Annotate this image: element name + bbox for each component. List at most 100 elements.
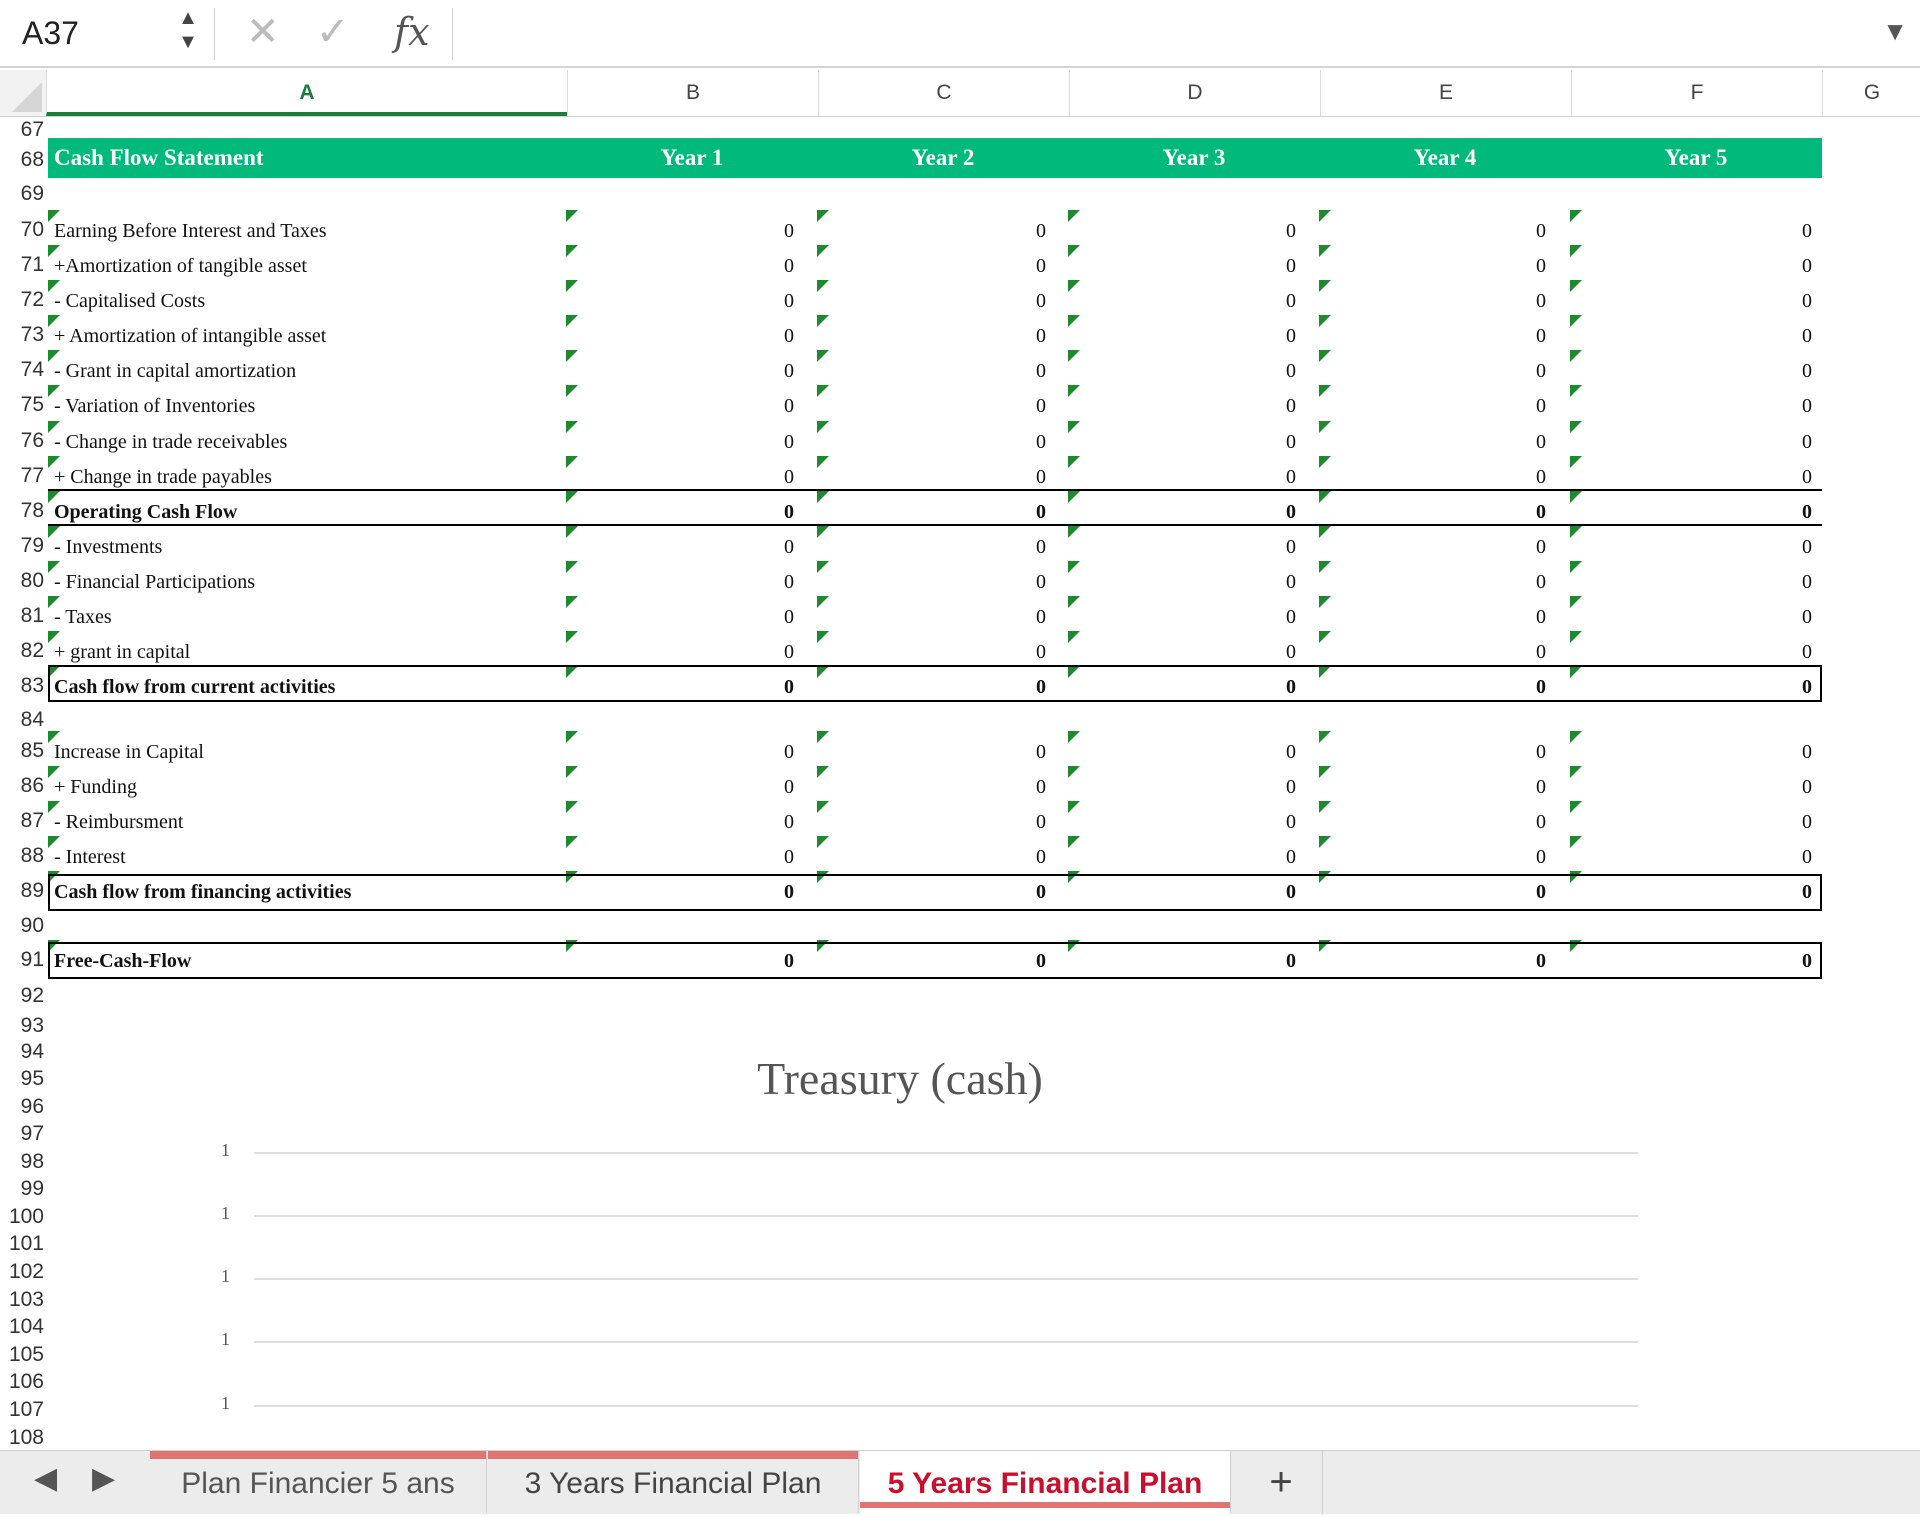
value-cell[interactable]: 0 (1752, 216, 1812, 246)
row-header[interactable]: 102 (0, 1258, 44, 1286)
value-cell[interactable]: 0 (986, 462, 1046, 492)
value-cell[interactable]: 0 (986, 842, 1046, 872)
value-cell[interactable]: 0 (986, 637, 1046, 667)
row-header[interactable]: 95 (0, 1065, 44, 1093)
row-header[interactable]: 99 (0, 1175, 44, 1203)
value-cell[interactable]: 0 (986, 321, 1046, 351)
row-header[interactable]: 84 (0, 706, 44, 734)
formula-input[interactable] (470, 10, 1870, 56)
column-header-e[interactable]: E (1320, 70, 1571, 116)
row-header[interactable]: 80 (0, 567, 44, 595)
row-header[interactable]: 74 (0, 356, 44, 384)
row-label[interactable]: +Amortization of tangible asset (54, 251, 307, 281)
value-cell[interactable]: 0 (1486, 216, 1546, 246)
row-header[interactable]: 92 (0, 982, 44, 1010)
value-cell[interactable]: 0 (734, 427, 794, 457)
row-header[interactable]: 78 (0, 497, 44, 525)
value-cell[interactable]: 0 (1752, 637, 1812, 667)
value-cell[interactable]: 0 (1486, 427, 1546, 457)
row-label[interactable]: Earning Before Interest and Taxes (54, 216, 327, 246)
select-all-corner[interactable] (0, 70, 46, 116)
row-header[interactable]: 106 (0, 1368, 44, 1396)
row-header[interactable]: 105 (0, 1341, 44, 1369)
value-cell[interactable]: 0 (734, 737, 794, 767)
prev-sheet-icon[interactable]: ◀ (34, 1461, 57, 1496)
value-cell[interactable]: 0 (1752, 602, 1812, 632)
column-header-g[interactable]: G (1822, 70, 1920, 116)
row-label[interactable]: + Amortization of intangible asset (54, 321, 326, 351)
confirm-icon[interactable]: ✓ (316, 6, 350, 58)
value-cell[interactable]: 0 (734, 251, 794, 281)
row-label[interactable]: + Funding (54, 772, 137, 802)
value-cell[interactable]: 0 (734, 567, 794, 597)
value-cell[interactable]: 0 (1752, 807, 1812, 837)
cancel-icon[interactable]: ✕ (246, 6, 280, 58)
value-cell[interactable]: 0 (1752, 462, 1812, 492)
value-cell[interactable]: 0 (734, 216, 794, 246)
value-cell[interactable]: 0 (1236, 842, 1296, 872)
row-header[interactable]: 83 (0, 672, 44, 700)
row-label[interactable]: - Taxes (54, 602, 112, 632)
value-cell[interactable]: 0 (1236, 251, 1296, 281)
row-label[interactable]: - Financial Participations (54, 567, 255, 597)
value-cell[interactable]: 0 (986, 807, 1046, 837)
value-cell[interactable]: 0 (986, 532, 1046, 562)
row-header[interactable]: 96 (0, 1093, 44, 1121)
value-cell[interactable]: 0 (1752, 391, 1812, 421)
row-label[interactable]: Operating Cash Flow (54, 497, 237, 527)
value-cell[interactable]: 0 (1486, 637, 1546, 667)
value-cell[interactable]: 0 (1486, 842, 1546, 872)
value-cell[interactable]: 0 (1752, 842, 1812, 872)
column-header-c[interactable]: C (818, 70, 1069, 116)
row-header[interactable]: 103 (0, 1286, 44, 1314)
value-cell[interactable]: 0 (1486, 532, 1546, 562)
value-cell[interactable]: 0 (1486, 772, 1546, 802)
value-cell[interactable]: 0 (1752, 356, 1812, 386)
spin-up-icon[interactable]: ▲ (176, 6, 200, 30)
value-cell[interactable]: 0 (1236, 737, 1296, 767)
row-header[interactable]: 93 (0, 1012, 44, 1040)
value-cell[interactable]: 0 (1486, 286, 1546, 316)
value-cell[interactable]: 0 (734, 497, 794, 527)
spin-down-icon[interactable]: ▼ (176, 30, 200, 54)
row-header[interactable]: 79 (0, 532, 44, 560)
row-header[interactable]: 108 (0, 1424, 44, 1452)
value-cell[interactable]: 0 (1236, 637, 1296, 667)
value-cell[interactable]: 0 (1486, 251, 1546, 281)
value-cell[interactable]: 0 (1486, 462, 1546, 492)
value-cell[interactable]: 0 (986, 356, 1046, 386)
value-cell[interactable]: 0 (1486, 567, 1546, 597)
row-header[interactable]: 104 (0, 1313, 44, 1341)
value-cell[interactable]: 0 (1752, 737, 1812, 767)
row-header[interactable]: 97 (0, 1120, 44, 1148)
next-sheet-icon[interactable]: ▶ (92, 1461, 115, 1496)
value-cell[interactable]: 0 (1752, 772, 1812, 802)
name-box[interactable]: A37 (22, 10, 79, 56)
row-header[interactable]: 89 (0, 877, 44, 905)
value-cell[interactable]: 0 (1236, 286, 1296, 316)
value-cell[interactable]: 0 (1236, 216, 1296, 246)
value-cell[interactable]: 0 (1486, 807, 1546, 837)
row-header[interactable]: 87 (0, 807, 44, 835)
row-header[interactable]: 73 (0, 321, 44, 349)
row-label[interactable]: - Investments (54, 532, 162, 562)
tab-3-years-financial-plan[interactable]: 3 Years Financial Plan (488, 1451, 859, 1514)
row-header[interactable]: 100 (0, 1203, 44, 1231)
value-cell[interactable]: 0 (734, 807, 794, 837)
value-cell[interactable]: 0 (986, 216, 1046, 246)
value-cell[interactable]: 0 (734, 602, 794, 632)
value-cell[interactable]: 0 (734, 772, 794, 802)
value-cell[interactable]: 0 (1236, 602, 1296, 632)
value-cell[interactable]: 0 (986, 391, 1046, 421)
value-cell[interactable]: 0 (734, 286, 794, 316)
name-box-stepper[interactable]: ▲ ▼ (176, 6, 200, 58)
row-header[interactable]: 101 (0, 1230, 44, 1258)
row-header[interactable]: 76 (0, 427, 44, 455)
row-label[interactable]: - Capitalised Costs (54, 286, 205, 316)
value-cell[interactable]: 0 (1486, 391, 1546, 421)
value-cell[interactable]: 0 (1236, 772, 1296, 802)
value-cell[interactable]: 0 (1236, 807, 1296, 837)
value-cell[interactable]: 0 (1236, 321, 1296, 351)
row-label[interactable]: - Reimbursment (54, 807, 183, 837)
row-header[interactable]: 68 (0, 146, 44, 174)
